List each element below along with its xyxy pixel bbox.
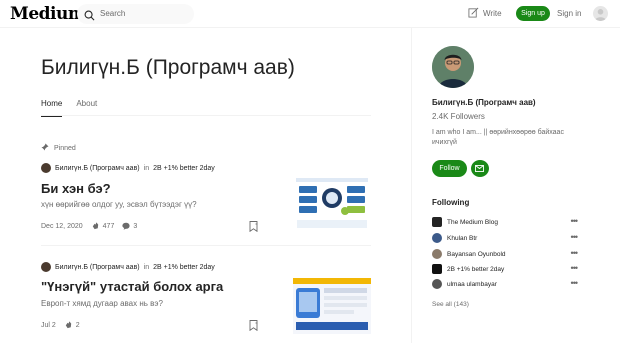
more-options-icon[interactable]: ••• [571, 263, 579, 273]
publication-name[interactable]: 2B +1% better 2day [153, 165, 215, 172]
author-avatar[interactable] [41, 163, 51, 173]
following-name[interactable]: Bayansan Oyunbold [447, 251, 506, 258]
more-options-icon[interactable]: ••• [571, 232, 579, 242]
profile-bio: I am who I am... || өөрийнхөөрөө байхаас… [432, 129, 564, 146]
sidebar-profile-name[interactable]: Билигүн.Б (Програмч аав) [432, 98, 536, 107]
comment-count: 3 [133, 223, 138, 230]
post-title[interactable]: Би хэн бэ? [41, 181, 111, 196]
in-label: in [143, 263, 150, 271]
clap-count: 2 [75, 322, 80, 329]
post-thumbnail[interactable] [293, 176, 371, 232]
post-author-row: Билигүн.Б (Програмч аав) in 2B +1% bette… [41, 163, 215, 173]
follow-button[interactable]: Follow [432, 160, 467, 177]
following-name[interactable]: ulmaa ulambayar [447, 281, 497, 288]
top-navbar: Medium Search Write Sign up Sign in [0, 0, 620, 28]
following-avatar [432, 264, 442, 274]
author-name[interactable]: Билигүн.Б (Програмч аав) [55, 165, 140, 172]
followers-count[interactable]: 2.4K Followers [432, 112, 485, 121]
post-card[interactable]: Билигүн.Б (Програмч аав) in 2B +1% bette… [41, 163, 371, 238]
post-meta: Jul 2 2 [41, 320, 80, 331]
pinned-text: Pinned [54, 144, 76, 152]
more-options-icon[interactable]: ••• [571, 248, 579, 258]
pin-icon [41, 143, 49, 153]
publication-name[interactable]: 2B +1% better 2day [153, 264, 215, 271]
clap-count: 477 [102, 223, 115, 230]
post-meta: Dec 12, 2020 477 3 [41, 221, 137, 232]
post-title[interactable]: "Үнэгүй" утастай болох арга [41, 279, 223, 294]
tabs-divider [41, 115, 371, 116]
clap-icon[interactable] [91, 221, 100, 232]
bookmark-icon[interactable] [249, 219, 258, 237]
post-subtitle[interactable]: хүн өөрийгөө олдог уу, эсвэл бүтээдэг үү… [41, 200, 197, 209]
write-button[interactable]: Write [468, 7, 502, 20]
post-date: Jul 2 [41, 322, 56, 329]
post-card[interactable]: Билигүн.Б (Програмч аав) in 2B +1% bette… [41, 262, 371, 334]
profile-avatar[interactable] [432, 46, 474, 88]
sidebar-divider [411, 28, 412, 343]
post-thumbnail[interactable] [293, 278, 371, 334]
post-divider [41, 245, 371, 246]
post-author-row: Билигүн.Б (Програмч аав) in 2B +1% bette… [41, 262, 215, 272]
author-name[interactable]: Билигүн.Б (Програмч аав) [55, 264, 140, 271]
following-item[interactable]: Khulan Btr ••• [432, 232, 579, 243]
following-item[interactable]: The Medium Blog ••• [432, 216, 579, 227]
post-date: Dec 12, 2020 [41, 223, 83, 230]
following-item[interactable]: ulmaa ulambayar ••• [432, 278, 579, 289]
user-avatar-icon[interactable] [593, 6, 608, 21]
search-input[interactable]: Search [100, 9, 125, 18]
following-name[interactable]: The Medium Blog [447, 219, 498, 226]
author-avatar[interactable] [41, 262, 51, 272]
bookmark-icon[interactable] [249, 318, 258, 336]
post-subtitle[interactable]: Европ-т хямд дугаар авах нь вэ? [41, 299, 163, 308]
following-avatar [432, 279, 442, 289]
write-icon [468, 7, 479, 20]
following-avatar [432, 217, 442, 227]
following-avatar [432, 249, 442, 259]
page-title: Билигүн.Б (Програмч аав) [41, 56, 295, 79]
following-heading: Following [432, 198, 470, 207]
following-name[interactable]: 2B +1% better 2day [447, 266, 504, 273]
comment-icon[interactable] [122, 222, 130, 232]
write-label: Write [483, 9, 502, 18]
in-label: in [143, 164, 150, 172]
search-icon [84, 8, 95, 26]
signup-button[interactable]: Sign up [516, 6, 550, 21]
mail-plus-icon [475, 160, 485, 178]
pinned-label: Pinned [41, 143, 76, 153]
following-name[interactable]: Khulan Btr [447, 235, 477, 242]
search-box[interactable]: Search [77, 4, 194, 24]
signin-link[interactable]: Sign in [557, 9, 581, 18]
following-item[interactable]: 2B +1% better 2day ••• [432, 263, 579, 274]
medium-logo[interactable]: Medium [10, 4, 86, 24]
following-item[interactable]: Bayansan Oyunbold ••• [432, 248, 579, 259]
more-options-icon[interactable]: ••• [571, 278, 579, 288]
more-options-icon[interactable]: ••• [571, 216, 579, 226]
clap-icon[interactable] [64, 320, 73, 331]
see-all-following-link[interactable]: See all (143) [432, 301, 469, 308]
following-avatar [432, 233, 442, 243]
subscribe-button[interactable] [471, 160, 489, 177]
